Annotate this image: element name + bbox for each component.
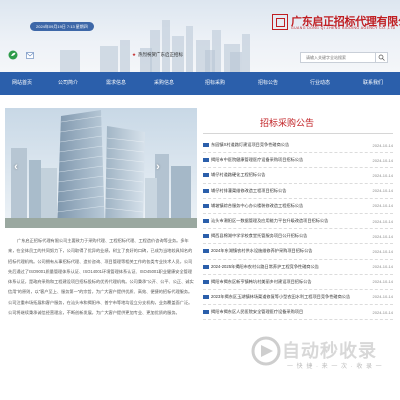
bullet-icon xyxy=(203,249,209,254)
announcement-item[interactable]: 埔坡镇综合服务中心办公楼装修改造工程招标公告 2024-10-14 xyxy=(203,199,393,214)
nav-item-contact[interactable]: 联系我们 xyxy=(346,72,400,95)
building-slideshow[interactable]: ‹ › xyxy=(5,108,197,228)
nav-item-about[interactable]: 公司简介 xyxy=(44,72,92,95)
bullet-icon xyxy=(203,173,209,178)
announcements-divider xyxy=(203,133,393,134)
announcement-item[interactable]: 埔仔村排灌渠维修改造工程项目招标公告 2024-10-14 xyxy=(203,184,393,199)
announcement-date: 2024-10-14 xyxy=(372,172,393,178)
announcement-date: 2024-10-14 xyxy=(372,309,393,315)
announcement-title[interactable]: 2024-2025年揭阳市农村公路日常养护工程竞争性磋商公告 xyxy=(211,264,370,270)
leaf-icon xyxy=(8,50,18,60)
announcement-date: 2024-10-14 xyxy=(372,248,393,254)
welcome-text: 热烈祝贺广东启正招标 xyxy=(138,52,184,57)
announcement-item[interactable]: 揭西县棉湖中学学校食堂托管服务项目公开招标公告 2024-10-14 xyxy=(203,229,393,245)
slideshow-next-button[interactable]: › xyxy=(153,160,163,174)
announcement-date: 2024-10-14 xyxy=(372,294,393,300)
company-name-english: GUANG DONG QI ZHENG BIDDING AGENCY CO.,L… xyxy=(291,26,396,30)
announcement-item[interactable]: 东园镇X村道路灯建设项目竞争性磋商公告 2024-10-14 xyxy=(203,138,393,154)
announcement-date: 2024-10-14 xyxy=(372,233,393,239)
announcement-title[interactable]: 2024年东湖镇农村供水设施维修养护采购项目招标公告 xyxy=(211,248,370,254)
site-header: 2024年09月19日 7:13 星期四 ★ 热烈祝贺广东启正招标 广东启正招标代… xyxy=(0,0,400,72)
mail-icon[interactable] xyxy=(26,52,34,59)
welcome-marquee: ★ 热烈祝贺广东启正招标 xyxy=(132,52,183,58)
watermark-text: 自动秒收录 xyxy=(282,341,377,361)
announcement-title[interactable]: 揭阳市中医院健康管理医疗设备采购项目招标公告 xyxy=(211,157,370,163)
bullet-icon xyxy=(203,279,209,284)
announcement-item[interactable]: 2024-2025年揭阳市农村公路日常养护工程竞争性磋商公告 2024-10-14 xyxy=(203,260,393,275)
company-logo-icon[interactable] xyxy=(272,14,288,30)
bullet-icon xyxy=(203,203,209,208)
announcement-date: 2024-10-14 xyxy=(372,142,393,148)
announcement-item[interactable]: 汕头市潮阳区一数据管理及应用能力平台升级改造项目招标公告 2024-10-14 xyxy=(203,214,393,230)
nav-item-tender-notice[interactable]: 招标公告 xyxy=(242,72,294,95)
date-display: 2024年09月19日 7:13 星期四 xyxy=(30,22,94,31)
announcement-date: 2024-10-14 xyxy=(372,203,393,209)
nav-item-demand[interactable]: 需求信息 xyxy=(92,72,140,95)
nav-item-home[interactable]: 网站首页 xyxy=(0,72,44,95)
announcement-item[interactable]: 揭阳市揭东区人民医院安全管理医疗设备采购项目 2024-10-14 xyxy=(203,305,393,321)
announcement-title[interactable]: 埔仔村排灌渠维修改造工程项目招标公告 xyxy=(211,188,370,194)
star-icon: ★ xyxy=(132,52,137,57)
nav-item-procurement[interactable]: 采购信息 xyxy=(140,72,188,95)
announcement-title[interactable]: 埔坡镇综合服务中心办公楼装修改造工程招标公告 xyxy=(211,203,370,209)
announcement-list: 东园镇X村道路灯建设项目竞争性磋商公告 2024-10-14 揭阳市中医院健康管理… xyxy=(203,138,393,321)
slideshow-prev-button[interactable]: ‹ xyxy=(11,160,21,174)
announcement-title[interactable]: 埔仔村道路硬化工程招标公告 xyxy=(211,172,370,178)
bullet-icon xyxy=(203,294,209,299)
announcement-item[interactable]: 揭阳市中医院健康管理医疗设备采购项目招标公告 2024-10-14 xyxy=(203,153,393,169)
announcement-item[interactable]: 2023年揭东区玉湖镇林场渠道修复等小型农田水利工程项目竞争性磋商公告 2024-… xyxy=(203,290,393,306)
bullet-icon xyxy=(203,264,209,269)
announcement-title[interactable]: 东园镇X村道路灯建设项目竞争性磋商公告 xyxy=(211,142,370,148)
search-input[interactable] xyxy=(300,52,376,63)
announcements-heading[interactable]: 招标采购公告 xyxy=(260,116,314,129)
announcement-title[interactable]: 揭阳市揭东区新亨镇韩坑村美丽乡村建设项目招标公告 xyxy=(211,279,370,285)
announcement-title[interactable]: 2023年揭东区玉湖镇林场渠道修复等小型农田水利工程项目竞争性磋商公告 xyxy=(211,294,370,300)
announcement-item[interactable]: 揭阳市揭东区新亨镇韩坑村美丽乡村建设项目招标公告 2024-10-14 xyxy=(203,275,393,290)
bullet-icon xyxy=(203,188,209,193)
announcement-date: 2024-10-14 xyxy=(372,157,393,163)
nav-item-tender-procurement[interactable]: 招标采购 xyxy=(188,72,242,95)
search-button[interactable] xyxy=(376,52,388,63)
building-photo xyxy=(5,108,197,228)
bullet-icon xyxy=(203,310,209,315)
announcement-title[interactable]: 汕头市潮阳区一数据管理及应用能力平台升级改造项目招标公告 xyxy=(211,218,370,224)
watermark-subtext: 一 快 捷 · 来 一 次 · 收 录 一 xyxy=(287,364,383,370)
announcement-title[interactable]: 揭阳市揭东区人民医院安全管理医疗设备采购项目 xyxy=(211,309,370,315)
announcement-date: 2024-10-14 xyxy=(372,188,393,194)
company-intro-text: 广东启正招标代理有限公司主要致力于采购代理、工程招标代理、工程造价咨询等业务。多… xyxy=(8,238,194,316)
announcement-date: 2024-10-14 xyxy=(372,279,393,285)
search-icon xyxy=(378,54,385,61)
announcement-title[interactable]: 揭西县棉湖中学学校食堂托管服务项目公开招标公告 xyxy=(211,233,370,239)
nav-item-industry-news[interactable]: 行业动态 xyxy=(294,72,346,95)
announcement-item[interactable]: 埔仔村道路硬化工程招标公告 2024-10-14 xyxy=(203,168,393,184)
announcement-date: 2024-10-14 xyxy=(372,264,393,270)
bullet-icon xyxy=(203,234,209,239)
announcement-date: 2024-10-14 xyxy=(372,218,393,224)
bullet-icon xyxy=(203,158,209,163)
bullet-icon xyxy=(203,143,209,148)
main-nav: 网站首页 公司简介 需求信息 采购信息 招标采购 招标公告 行业动态 联系我们 xyxy=(0,72,400,95)
announcement-item[interactable]: 2024年东湖镇农村供水设施维修养护采购项目招标公告 2024-10-14 xyxy=(203,244,393,260)
bullet-icon xyxy=(203,219,209,224)
